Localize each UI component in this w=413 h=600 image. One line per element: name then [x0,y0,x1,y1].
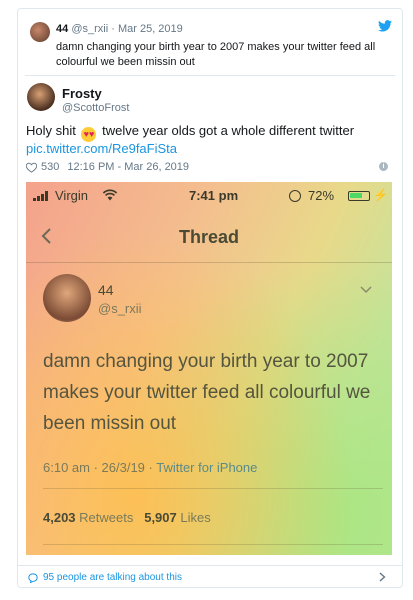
speech-bubble-icon [28,572,38,583]
conversation-link[interactable]: 95 people are talking about this [28,572,182,583]
quoted-name[interactable]: 44 [56,23,68,35]
twitter-bird-icon[interactable] [378,20,392,32]
quoted-header: 44 @s_rxii · Mar 25, 2019 [56,23,183,35]
author-avatar[interactable] [27,83,55,111]
carrier-name: Virgin [55,188,89,203]
screenshot-tweet-body: damn changing your birth year to 2007 ma… [43,351,371,434]
chevron-down-icon [360,286,372,294]
wifi-icon [102,189,118,201]
attached-image[interactable]: Virgin 7:41 pm 72% ⚡ Thread 44 @s_rxii d… [26,182,392,555]
signal-icon [33,191,51,201]
retweet-count: 4,203 [43,510,76,525]
screenshot-divider [43,488,383,489]
quoted-tweet[interactable]: 44 @s_rxii · Mar 25, 2019 damn changing … [26,16,392,76]
quoted-date[interactable]: Mar 25, 2019 [118,23,183,35]
quoted-text: damn changing your birth year to 2007 ma… [56,41,376,68]
like-count[interactable]: 530 [41,161,59,173]
footer-divider [18,565,402,566]
charging-bolt-icon: ⚡ [373,188,388,202]
heart-eyes-emoji-icon: ♥♥ [81,127,97,142]
retweet-label: Retweets [79,510,134,525]
screenshot-handle: @s_rxii [98,301,142,316]
tweet-text-start: Holy shit [26,123,76,138]
author-name[interactable]: Frosty [62,86,102,101]
tweet-text-end: twelve year olds got a whole different t… [102,123,355,138]
tweet-timestamp[interactable]: 12:16 PM - Mar 26, 2019 [67,161,189,173]
tweet-text: Holy shit ♥♥ twelve year olds got a whol… [26,123,354,142]
info-icon[interactable]: i [379,162,388,171]
quoted-separator: · [111,23,115,35]
screenshot-timestamp: 6:10 am · 26/3/19 · Twitter for iPhone [43,460,257,475]
talking-count-text[interactable]: 95 people are talking about this [43,572,182,583]
quoted-handle[interactable]: @s_rxii [71,23,108,35]
screenshot-stats: 4,203 Retweets 5,907 Likes [43,510,211,525]
screenshot-like-count: 5,907 [144,510,177,525]
author-handle[interactable]: @ScottoFrost [62,102,129,114]
nav-divider [26,262,392,263]
screenshot-like-label: Likes [180,510,211,525]
quoted-divider [25,75,395,76]
chevron-right-icon[interactable] [379,572,386,582]
rotation-lock-icon [289,190,301,202]
screenshot-avatar [43,274,91,322]
battery-percent: 72% [308,188,335,203]
tweet-card: 44 @s_rxii · Mar 25, 2019 damn changing … [17,8,403,588]
tweet-meta: 530 12:16 PM - Mar 26, 2019 [26,161,189,173]
screenshot-time-line: 6:10 am · 26/3/19 · [43,460,157,475]
thread-title: Thread [178,227,239,247]
tweet-pic-link[interactable]: pic.twitter.com/Re9faFiSta [26,141,177,156]
screenshot-name: 44 [98,282,114,298]
screenshot-divider-bottom [43,544,383,545]
battery-icon [348,191,370,201]
screenshot-source: Twitter for iPhone [156,460,258,475]
quoted-avatar[interactable] [30,22,50,42]
status-time: 7:41 pm [189,188,239,203]
heart-icon[interactable] [26,162,37,173]
